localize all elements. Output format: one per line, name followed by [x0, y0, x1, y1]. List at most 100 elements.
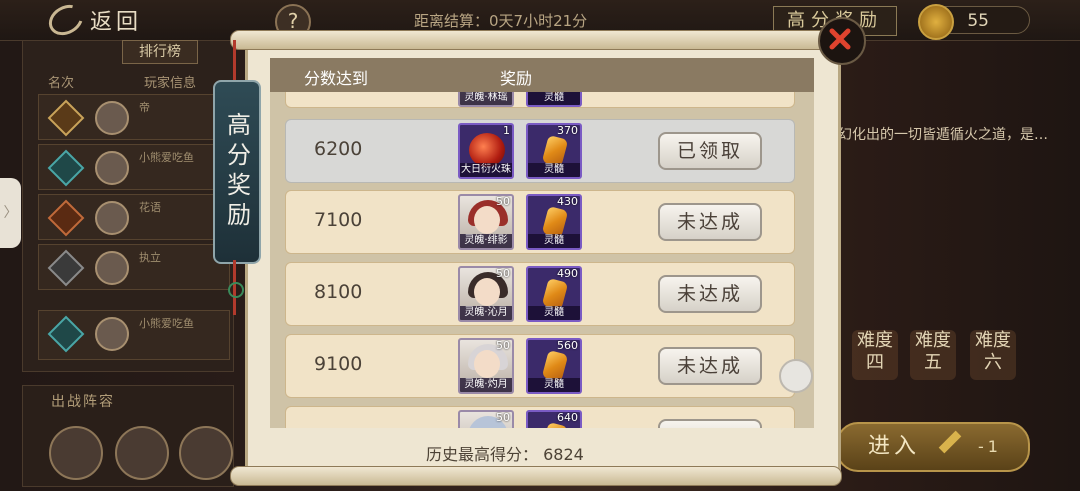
key-icon [938, 430, 962, 454]
stage-description: …中幻化出的一切皆遁循火之道，是… [810, 127, 1048, 143]
leaderboard-tab[interactable]: 排行榜 [122, 40, 198, 64]
reward-item[interactable]: 50 灵魄·绯影 [458, 194, 514, 250]
reward-item[interactable]: 490 灵髓 [526, 266, 582, 322]
avatar [95, 151, 129, 185]
reward-item[interactable]: 50 [458, 410, 514, 428]
lineup-hero-avatar[interactable] [115, 426, 169, 480]
enter-label: 进入 [868, 434, 921, 459]
high-score-banner: 高分奖励 [213, 80, 261, 264]
score-threshold: 9100 [314, 353, 363, 375]
item-count: 50 [496, 411, 510, 424]
enter-button[interactable]: 进入 -1 [836, 422, 1030, 472]
rank-badge-icon [47, 249, 85, 287]
score-threshold: 8100 [314, 281, 363, 303]
not-reached-button[interactable]: 未达成 [658, 275, 762, 313]
lineup-label: 出战阵容 [51, 394, 115, 410]
back-button[interactable]: 返回 [43, 0, 143, 42]
difficulty-4-button[interactable]: 难度四 [852, 330, 898, 380]
reward-row: 8100 50 灵魄·沁月 490 灵髓 未达成 [285, 262, 795, 326]
close-button[interactable] [818, 17, 866, 65]
leaderboard-row[interactable]: 帝 [38, 94, 230, 140]
currency-value: 55 [967, 11, 989, 31]
side-drawer-handle[interactable]: 〉 [0, 178, 21, 248]
item-name: 灵魄·沁月 [460, 306, 512, 320]
item-count: 560 [557, 339, 578, 352]
item-count: 50 [496, 267, 510, 280]
item-name: 灵髓 [528, 306, 580, 320]
player-name: 花语 [139, 201, 161, 214]
leaderboard-row[interactable]: 小熊爱吃鱼 [38, 144, 230, 190]
avatar [95, 201, 129, 235]
reward-row-partial: 50 640 [285, 406, 795, 428]
item-count: 1 [503, 124, 510, 137]
item-name: 灵髓 [528, 163, 580, 177]
score-threshold: 6200 [314, 138, 363, 160]
difficulty-6-button[interactable]: 难度六 [970, 330, 1016, 380]
leaderboard-row[interactable]: 花语 [38, 194, 230, 240]
reward-item[interactable]: 370 灵髓 [526, 123, 582, 179]
leaderboard-row[interactable]: 执立 [38, 244, 230, 290]
player-column-header: 玩家信息 [144, 76, 197, 91]
scroll-indicator[interactable] [779, 359, 813, 393]
reward-row: 7100 50 灵魄·绯影 430 灵髓 未达成 [285, 190, 795, 254]
history-high-score: 历史最高得分： 6824 [426, 441, 584, 465]
reward-item[interactable]: 50 灵魄·灼月 [458, 338, 514, 394]
avatar [95, 101, 129, 135]
lineup-hero-avatar[interactable] [49, 426, 103, 480]
currency-counter: 55 [918, 4, 1030, 40]
back-swirl-icon [43, 0, 89, 42]
item-name: 灵髓 [528, 378, 580, 392]
key-currency-icon [918, 4, 954, 40]
countdown-text: 距离结算：0天7小时21分 [414, 12, 588, 30]
status-button[interactable] [658, 419, 762, 428]
history-value: 6824 [543, 445, 584, 464]
rank-badge-icon [47, 199, 85, 237]
item-count: 50 [496, 339, 510, 352]
reward-item[interactable]: 50 灵魄·沁月 [458, 266, 514, 322]
lineup-hero-avatar[interactable] [179, 426, 233, 480]
reward-item[interactable]: 560 灵髓 [526, 338, 582, 394]
difficulty-5-button[interactable]: 难度五 [910, 330, 956, 380]
player-name: 帝 [139, 101, 150, 114]
player-name: 小熊爱吃鱼 [139, 317, 194, 330]
item-name: 灵魄·绯影 [460, 234, 512, 248]
not-reached-button[interactable]: 未达成 [658, 347, 762, 385]
reward-row: 6200 1 大日衍火珠 370 灵髓 已领取 [285, 119, 795, 183]
item-name: 大日衍火珠 [460, 163, 512, 177]
item-name: 灵魄·林瑶 [460, 92, 512, 105]
item-count: 370 [557, 124, 578, 137]
reward-item[interactable]: 640 [526, 410, 582, 428]
item-name: 灵髓 [528, 234, 580, 248]
fire-orb-icon [469, 133, 505, 167]
item-count: 490 [557, 267, 578, 280]
battle-lineup-panel: 出战阵容 [22, 385, 234, 487]
rank-badge-icon [47, 315, 85, 353]
item-name: 灵魄·灼月 [460, 378, 512, 392]
scroll-bottom-rod [230, 466, 842, 486]
rank-badge-icon [47, 99, 85, 137]
player-name: 执立 [139, 251, 161, 264]
rank-column-header: 名次 [48, 76, 75, 91]
player-name: 小熊爱吃鱼 [139, 151, 194, 164]
my-rank-row[interactable]: 小熊爱吃鱼 [38, 310, 230, 360]
not-reached-button[interactable]: 未达成 [658, 203, 762, 241]
item-count: 640 [557, 411, 578, 424]
reward-column-header: 奖励 [500, 69, 533, 88]
jade-knot-icon [228, 282, 244, 298]
item-name: 灵髓 [528, 92, 580, 105]
avatar [95, 251, 129, 285]
history-label: 历史最高得分： [426, 445, 539, 464]
scroll-top-rod [230, 30, 842, 50]
score-column-header: 分数达到 [304, 69, 369, 88]
reward-item[interactable]: 1 大日衍火珠 [458, 123, 514, 179]
claimed-button[interactable]: 已领取 [658, 132, 762, 170]
reward-row: 9100 50 灵魄·灼月 560 灵髓 未达成 [285, 334, 795, 398]
item-count: 50 [496, 195, 510, 208]
back-label: 返回 [90, 10, 143, 35]
enter-cost: -1 [978, 437, 1002, 456]
rank-badge-icon [47, 149, 85, 187]
reward-item[interactable]: 430 灵髓 [526, 194, 582, 250]
tassel-cord [233, 40, 236, 82]
score-threshold: 7100 [314, 209, 363, 231]
item-count: 430 [557, 195, 578, 208]
